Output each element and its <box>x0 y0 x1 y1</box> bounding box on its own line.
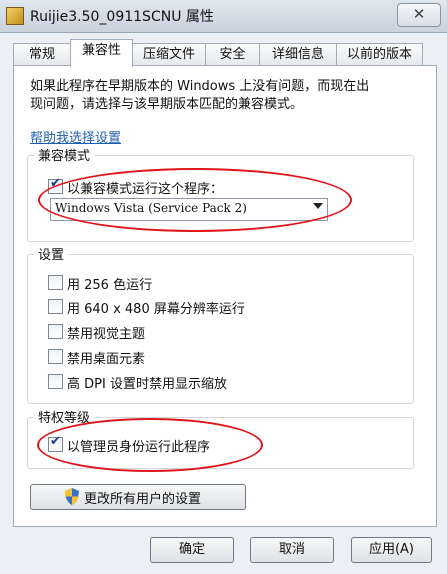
tab-previous-versions[interactable]: 以前的版本 <box>336 43 423 66</box>
tab-details[interactable]: 详细信息 <box>259 43 337 66</box>
compat-mode-select[interactable]: Windows Vista (Service Pack 2) <box>50 198 328 221</box>
uac-shield-icon <box>65 488 79 505</box>
checkbox-disable-desktop-composition[interactable] <box>48 349 63 364</box>
apply-button[interactable]: 应用(A) <box>351 537 432 563</box>
setting-label: 高 DPI 设置时禁用显示缩放 <box>67 377 227 392</box>
checkmark-icon: ✔ <box>50 434 61 449</box>
compat-mode-label: 以兼容模式运行这个程序： <box>67 182 224 197</box>
app-icon <box>6 7 24 25</box>
help-link[interactable]: 帮助我选择设置 <box>30 127 121 146</box>
compat-mode-group-title: 兼容模式 <box>34 145 95 164</box>
description-line-1: 如果此程序在早期版本的 Windows 上没有问题，而现在出 <box>30 79 370 94</box>
change-all-users-button[interactable]: 更改所有用户的设置 <box>30 484 246 510</box>
tab-general[interactable]: 常规 <box>13 43 71 66</box>
checkbox-disable-dpi-scaling[interactable] <box>48 374 63 389</box>
setting-label: 禁用桌面元素 <box>67 352 146 367</box>
run-as-admin-checkbox[interactable]: ✔ <box>48 434 63 452</box>
cancel-button[interactable]: 取消 <box>250 537 334 563</box>
run-as-admin-label: 以管理员身份运行此程序 <box>67 440 211 455</box>
compat-description: 如果此程序在早期版本的 Windows 上没有问题，而现在出 现问题，请选择与该… <box>30 78 420 114</box>
checkbox-640x480[interactable] <box>48 299 63 314</box>
setting-label: 用 256 色运行 <box>67 278 153 293</box>
privilege-group-title: 特权等级 <box>34 407 95 426</box>
tab-security[interactable]: 安全 <box>205 43 260 66</box>
checkbox-disable-visual-themes[interactable] <box>48 324 63 339</box>
window-title: Ruijie3.50_0911SCNU 属性 <box>30 9 214 25</box>
compat-mode-select-value: Windows Vista (Service Pack 2) <box>55 201 247 215</box>
settings-group-title: 设置 <box>34 244 69 263</box>
close-button[interactable]: ✕ <box>397 3 441 27</box>
checkbox-256-colors[interactable] <box>48 275 63 290</box>
chevron-down-icon <box>313 203 323 209</box>
ok-button[interactable]: 确定 <box>150 537 234 563</box>
checkmark-icon: ✔ <box>50 176 61 191</box>
tab-compatibility[interactable]: 兼容性 <box>70 39 133 67</box>
description-line-2: 现问题，请选择与该早期版本匹配的兼容模式。 <box>30 97 304 112</box>
setting-label: 用 640 x 480 屏幕分辨率运行 <box>67 302 245 317</box>
setting-label: 禁用视觉主题 <box>67 327 146 342</box>
change-all-users-label: 更改所有用户的设置 <box>84 492 202 507</box>
compat-mode-checkbox[interactable]: ✔ <box>48 176 63 194</box>
title-bar: Ruijie3.50_0911SCNU 属性 ✕ <box>0 0 447 33</box>
tab-compressed-file[interactable]: 压缩文件 <box>132 43 206 66</box>
